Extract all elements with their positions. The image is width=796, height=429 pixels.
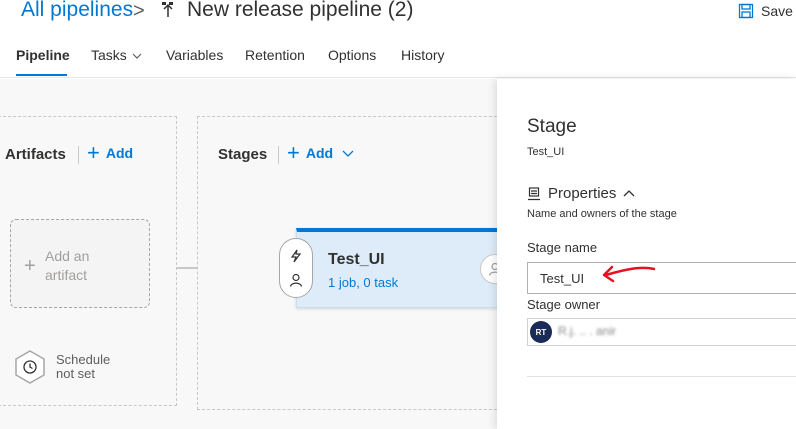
chevron-down-icon [132, 53, 142, 60]
tab-history[interactable]: History [401, 47, 445, 63]
tab-pipeline[interactable]: Pipeline [16, 47, 70, 63]
chevron-up-icon [623, 190, 635, 197]
properties-icon [528, 186, 540, 200]
plus-icon: + [87, 140, 100, 165]
lightning-icon [290, 249, 302, 263]
add-artifact-placeholder[interactable]: + Add an artifact [10, 219, 150, 308]
save-label: Save [761, 3, 793, 19]
save-icon [738, 3, 754, 19]
artifacts-divider [78, 146, 79, 164]
avatar: RT [530, 321, 552, 343]
panel-title: Stage [527, 116, 577, 137]
artifacts-title: Artifacts [5, 146, 66, 163]
clock-icon[interactable] [14, 350, 46, 384]
tab-bar: Pipeline Tasks Variables Retention Optio… [0, 44, 796, 78]
plus-icon: + [24, 255, 36, 277]
tab-tasks[interactable]: Tasks [91, 47, 142, 63]
schedule-status[interactable]: Schedule not set [56, 353, 126, 381]
plus-icon: + [287, 140, 300, 165]
breadcrumb-separator: > [133, 0, 145, 22]
panel-subtitle: Test_UI [527, 146, 565, 158]
add-artifact-label: Add [105, 145, 134, 161]
stages-divider [278, 146, 279, 164]
stage-details-panel: Stage Test_UI Properties Name and owners… [497, 79, 796, 429]
page-title: New release pipeline (2) [187, 0, 414, 21]
add-artifact-button[interactable]: + Add [87, 140, 134, 165]
annotation-arrow-icon [602, 265, 656, 283]
page-header: All pipelines > New release pipeline (2)… [0, 0, 796, 36]
stages-title: Stages [218, 146, 268, 163]
person-icon [289, 273, 303, 287]
properties-description: Name and owners of the stage [527, 208, 677, 220]
add-artifact-text: Add an artifact [45, 248, 90, 283]
stage-owner-label: Stage owner [527, 297, 600, 312]
stage-name-label: Stage name [527, 240, 598, 255]
tab-tasks-label: Tasks [91, 47, 127, 63]
add-stage-button[interactable]: + Add [287, 140, 354, 165]
stage-card[interactable]: Test_UI 1 job, 0 task [296, 228, 506, 308]
stage-card-summary[interactable]: 1 job, 0 task [328, 275, 398, 290]
breadcrumb-all-pipelines[interactable]: All pipelines [21, 0, 133, 22]
stage-card-name: Test_UI [328, 251, 385, 268]
stage-owner-picker[interactable]: RT R.j. .. . anir [527, 318, 796, 346]
pre-deployment-conditions[interactable] [279, 238, 313, 298]
tab-retention[interactable]: Retention [245, 47, 305, 63]
stage-name-input[interactable] [527, 262, 796, 294]
active-tab-indicator [16, 74, 67, 76]
panel-divider [527, 376, 796, 377]
save-button[interactable]: Save [738, 3, 793, 19]
tab-options[interactable]: Options [328, 47, 376, 63]
tab-variables[interactable]: Variables [166, 47, 223, 63]
properties-section-toggle[interactable]: Properties [527, 185, 635, 202]
properties-title: Properties [548, 185, 617, 202]
chevron-down-icon [342, 150, 354, 157]
owner-name: R.j. .. . anir [558, 324, 617, 338]
add-stage-label: Add [305, 145, 334, 161]
pipeline-icon [162, 2, 173, 17]
